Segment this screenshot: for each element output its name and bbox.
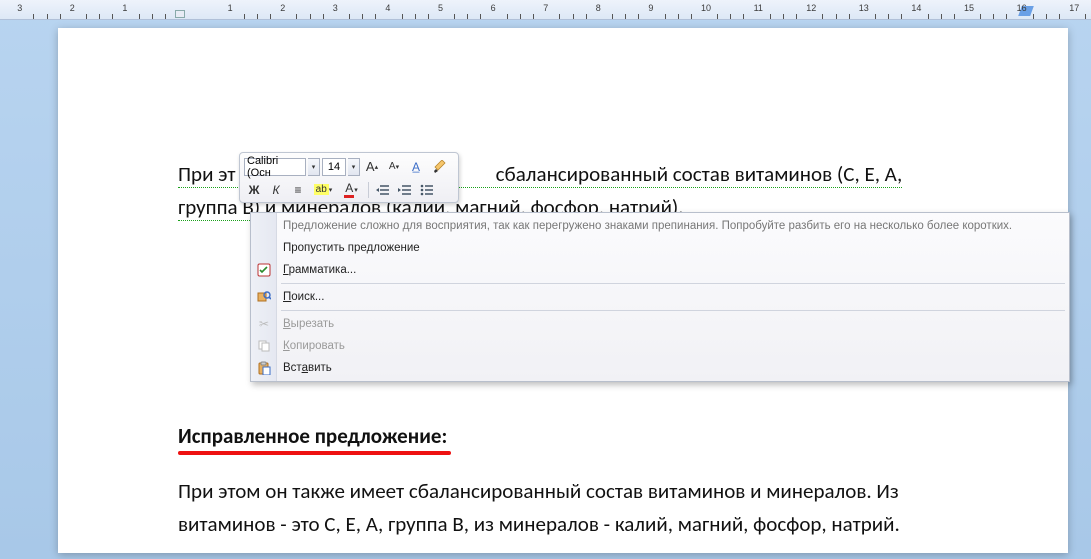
ruler-tick: 3 bbox=[17, 3, 22, 13]
ruler-tick: 13 bbox=[859, 3, 869, 13]
grammar-icon bbox=[256, 262, 272, 278]
ruler-tick: 2 bbox=[280, 3, 285, 13]
cut-item: ✂ Вырезать bbox=[251, 313, 1069, 335]
font-name-input[interactable]: Calibri (Осн bbox=[244, 158, 306, 176]
ruler-tick: 14 bbox=[911, 3, 921, 13]
shrink-font-button[interactable]: A▾ bbox=[384, 158, 404, 176]
font-name-dropdown[interactable]: ▾ bbox=[308, 158, 320, 176]
search-item[interactable]: Поиск... bbox=[251, 286, 1069, 308]
context-menu: Предложение сложно для восприятия, так к… bbox=[250, 212, 1070, 382]
scissors-icon: ✂ bbox=[256, 316, 272, 332]
ruler-tick: 17 bbox=[1069, 3, 1079, 13]
skip-sentence-item[interactable]: Пропустить предложение bbox=[251, 237, 1069, 259]
paragraph-corrected[interactable]: При этом он также имеет сбалансированный… bbox=[178, 475, 948, 540]
ruler-tick: 11 bbox=[754, 3, 763, 13]
grammar-suggestion-text: Предложение сложно для восприятия, так к… bbox=[283, 220, 1012, 232]
font-color-button[interactable]: A▾ bbox=[338, 181, 364, 199]
copy-item: Копировать bbox=[251, 335, 1069, 357]
cut-label-rest: ырезать bbox=[291, 318, 334, 330]
decrease-indent-button[interactable] bbox=[373, 181, 393, 199]
ruler-tick: 15 bbox=[964, 3, 974, 13]
paste-icon bbox=[256, 360, 272, 376]
ruler-tick: 6 bbox=[491, 3, 496, 13]
heading-corrected[interactable]: Исправленное предложение: bbox=[178, 423, 447, 449]
separator bbox=[368, 182, 369, 198]
para1-text-b: сбалансированный состав витаминов (С, Е,… bbox=[496, 161, 903, 187]
left-indent-marker[interactable] bbox=[175, 10, 185, 18]
para1-text-a: При эт bbox=[178, 161, 235, 187]
ruler-tick: 9 bbox=[648, 3, 653, 13]
grow-font-button[interactable]: A▴ bbox=[362, 158, 382, 176]
grammar-item[interactable]: Грамматика... bbox=[251, 259, 1069, 281]
mini-format-toolbar: Calibri (Осн ▾ 14 ▾ A▴ A▾ A̲ Ж К ≡ ab▾ A… bbox=[239, 152, 459, 203]
grammar-suggestion-item: Предложение сложно для восприятия, так к… bbox=[251, 215, 1069, 237]
ruler-tick: 3 bbox=[333, 3, 338, 13]
ruler-tick: 1 bbox=[228, 3, 233, 13]
ruler-tick: 2 bbox=[70, 3, 75, 13]
ruler-tick: 4 bbox=[385, 3, 390, 13]
skip-label: Пропустить предложение bbox=[283, 242, 420, 254]
ruler-tick: 8 bbox=[596, 3, 601, 13]
grammar-label-rest: рамматика... bbox=[289, 264, 357, 276]
search-icon bbox=[256, 289, 272, 305]
bold-button[interactable]: Ж bbox=[244, 181, 264, 199]
ruler-tick: 1 bbox=[122, 3, 127, 13]
separator bbox=[281, 283, 1065, 284]
separator bbox=[281, 310, 1065, 311]
ruler-tick: 10 bbox=[701, 3, 711, 13]
bullet-list-button[interactable] bbox=[417, 181, 437, 199]
horizontal-ruler[interactable]: 3211234567891011121314151617 bbox=[0, 0, 1091, 20]
copy-icon bbox=[256, 338, 272, 354]
paste-item[interactable]: Вставить bbox=[251, 357, 1069, 379]
search-label-rest: оиск... bbox=[291, 291, 324, 303]
ruler-tick: 7 bbox=[543, 3, 548, 13]
italic-button[interactable]: К bbox=[266, 181, 286, 199]
red-underline bbox=[178, 451, 451, 455]
ruler-tick: 16 bbox=[1017, 3, 1027, 13]
format-painter-button[interactable] bbox=[428, 158, 454, 176]
font-size-dropdown[interactable]: ▾ bbox=[348, 158, 360, 176]
ruler-tick: 5 bbox=[438, 3, 443, 13]
copy-label-rest: опировать bbox=[290, 340, 345, 352]
align-center-button[interactable]: ≡ bbox=[288, 181, 308, 199]
ruler-tick: 12 bbox=[806, 3, 816, 13]
change-case-button[interactable]: A̲ bbox=[406, 158, 426, 176]
font-size-input[interactable]: 14 bbox=[322, 158, 346, 176]
highlight-button[interactable]: ab▾ bbox=[310, 181, 336, 199]
increase-indent-button[interactable] bbox=[395, 181, 415, 199]
heading-text: Исправленное предложение: bbox=[178, 423, 447, 449]
